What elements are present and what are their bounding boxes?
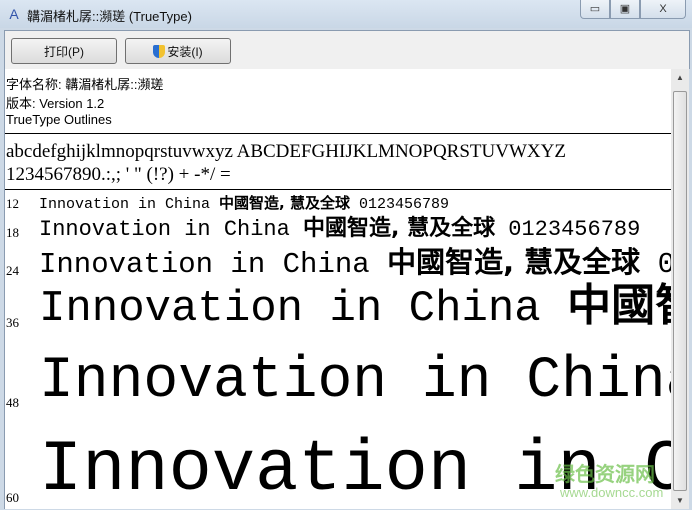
sample-digits: 0123456789 bbox=[495, 217, 641, 242]
sample-row: 12 Innovation in China 中國智造, 慧及全球 012345… bbox=[5, 194, 671, 213]
install-label: 安装(I) bbox=[167, 44, 203, 59]
sample-digits: 0123456789 bbox=[640, 248, 671, 281]
charset-digits: 1234567890.:,; ' " (!?) + -*/ = bbox=[6, 164, 231, 185]
sample-latin: Innovation in China bbox=[39, 284, 568, 334]
scroll-up-icon[interactable]: ▲ bbox=[671, 69, 689, 86]
scroll-thumb[interactable] bbox=[673, 91, 687, 491]
sample-digits: 0123456789 bbox=[349, 196, 449, 213]
close-button[interactable]: X bbox=[640, 0, 686, 19]
font-app-icon: A bbox=[9, 6, 19, 22]
shield-icon bbox=[153, 44, 166, 58]
divider bbox=[5, 133, 671, 134]
sample-latin: Innovation in China bbox=[39, 349, 671, 414]
vertical-scrollbar[interactable]: ▲ ▼ bbox=[671, 69, 689, 509]
sample-latin: Innovation in China bbox=[39, 196, 220, 213]
sample-text: Innovation in China 中國智造, 慧及全球 012345678… bbox=[39, 194, 449, 213]
sample-size: 36 bbox=[6, 315, 19, 330]
font-version: 版本: Version 1.2 bbox=[6, 96, 105, 111]
charset-letters: abcdefghijklmnopqrstuvwxyz ABCDEFGHIJKLM… bbox=[6, 141, 566, 162]
print-button[interactable]: 打印(P) bbox=[11, 38, 117, 64]
sample-latin: Innovation in China bbox=[39, 248, 388, 281]
watermark-url: www.downcc.com bbox=[560, 485, 664, 500]
watermark-logo: 绿色资源网 bbox=[555, 464, 655, 486]
sample-row: 36 Innovation in China 中國智造, 慧及全球 012345… bbox=[5, 284, 671, 334]
maximize-button[interactable]: ▣ bbox=[610, 0, 640, 19]
sample-text: Innovation in China 中國智造, 慧及全球 012345678… bbox=[39, 284, 671, 334]
scroll-down-icon[interactable]: ▼ bbox=[671, 492, 689, 509]
font-outline: TrueType Outlines bbox=[6, 112, 112, 127]
sample-size: 24 bbox=[6, 263, 19, 278]
toolbar: 打印(P) 安装(I) bbox=[4, 30, 690, 69]
sample-text: Innovation in China 中國智造, 慧及全球 012345678… bbox=[39, 347, 671, 411]
sample-size: 48 bbox=[6, 395, 19, 410]
sample-cjk: 中國智造, 慧及全球 bbox=[219, 194, 350, 212]
sample-size: 60 bbox=[6, 490, 19, 505]
sample-size: 18 bbox=[6, 225, 19, 240]
sample-row: 24 Innovation in China 中國智造, 慧及全球 012345… bbox=[5, 245, 671, 281]
sample-text: Innovation in China 中國智造, 慧及全球 012345678… bbox=[39, 245, 671, 281]
sample-cjk: 中國智造, 慧及全球 bbox=[303, 216, 496, 241]
sample-cjk: 中國智造, 慧及全球 bbox=[567, 280, 671, 331]
sample-row: 18 Innovation in China 中國智造, 慧及全球 012345… bbox=[5, 218, 671, 241]
print-label: 打印(P) bbox=[44, 44, 84, 59]
sample-row: 48 Innovation in China 中國智造, 慧及全球 012345… bbox=[5, 353, 671, 411]
sample-cjk: 中國智造, 慧及全球 bbox=[387, 245, 641, 279]
sample-text: Innovation in China 中國智造, 慧及全球 012345678… bbox=[39, 218, 640, 241]
font-preview: 字体名称: 韝湄楮札孱::瀕瑳 版本: Version 1.2 TrueType… bbox=[4, 69, 671, 509]
sample-size: 12 bbox=[6, 196, 19, 211]
install-button[interactable]: 安装(I) bbox=[125, 38, 231, 64]
divider bbox=[5, 189, 671, 190]
title-bar: A 韝湄楮札孱::瀕瑳 (TrueType) ▭ ▣ X bbox=[0, 0, 692, 28]
sample-latin: Innovation in China bbox=[39, 217, 304, 242]
window-title: 韝湄楮札孱::瀕瑳 (TrueType) bbox=[27, 9, 192, 24]
font-name: 字体名称: 韝湄楮札孱::瀕瑳 bbox=[6, 77, 164, 92]
minimize-button[interactable]: ▭ bbox=[580, 0, 610, 19]
